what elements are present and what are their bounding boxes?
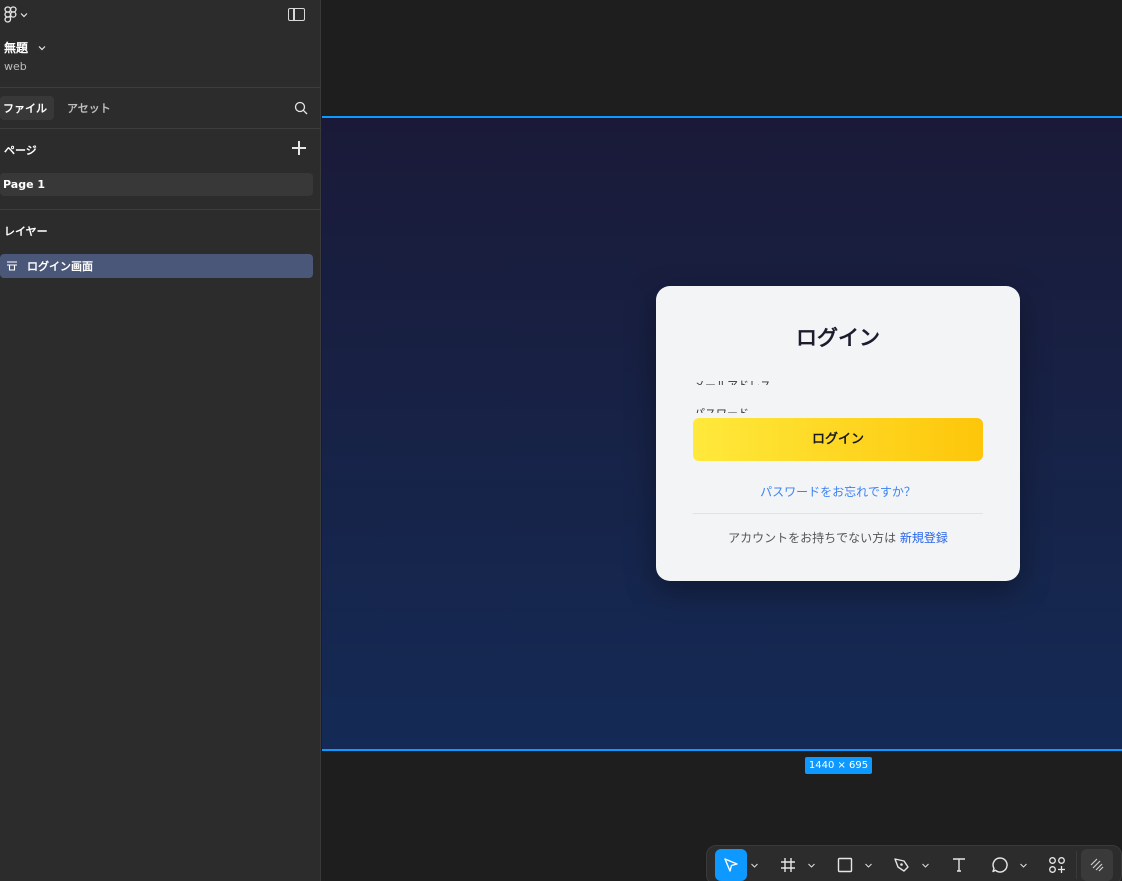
- chevron-down-icon: [1019, 863, 1027, 868]
- password-label: パスワード: [694, 405, 749, 413]
- login-card: ログイン メールアドレス パスワード ログイン パスワードをお忘れですか？ アカ…: [656, 286, 1020, 581]
- frame-layer-icon: [7, 261, 17, 271]
- frame-tool-menu[interactable]: [804, 849, 818, 881]
- frame-tool-button[interactable]: [772, 849, 804, 881]
- pen-tool-menu[interactable]: [918, 849, 932, 881]
- login-button[interactable]: ログイン: [693, 418, 983, 461]
- dev-mode-icon: [1090, 858, 1104, 872]
- toolbar-separator: [1076, 851, 1077, 879]
- email-label: メールアドレス: [694, 377, 771, 385]
- file-name-dropdown[interactable]: 無題: [4, 39, 46, 56]
- card-divider: [693, 513, 983, 514]
- divider: [0, 209, 321, 210]
- comment-tool-button[interactable]: [984, 849, 1016, 881]
- layer-item-login-screen[interactable]: ログイン画面: [0, 254, 313, 278]
- pages-header: ページ: [4, 144, 37, 157]
- layers-header: レイヤー: [4, 225, 48, 238]
- text-tool-button[interactable]: [943, 849, 975, 881]
- forgot-password-link[interactable]: パスワードをお忘れですか？: [656, 483, 1020, 500]
- move-tool-button[interactable]: [715, 849, 747, 881]
- chevron-down-icon: [807, 863, 815, 868]
- file-name: 無題: [4, 41, 29, 55]
- signup-prompt: アカウントをお持ちでない方は: [728, 531, 897, 545]
- move-tool-menu[interactable]: [747, 849, 761, 881]
- pen-tool-button[interactable]: [886, 849, 918, 881]
- main-menu-button[interactable]: [4, 6, 28, 24]
- chevron-down-icon: [921, 863, 929, 868]
- text-tool-icon: [953, 858, 965, 872]
- chevron-down-icon: [38, 45, 46, 50]
- sidebar-tabs: ファイル アセット: [0, 96, 124, 120]
- layer-label: ログイン画面: [27, 260, 93, 273]
- comment-tool-icon: [992, 857, 1008, 873]
- figma-logo-icon: [4, 6, 17, 23]
- frame-size-badge: 1440 × 695: [805, 757, 872, 774]
- actions-icon: [1049, 857, 1065, 873]
- search-icon[interactable]: [294, 101, 308, 115]
- add-page-icon[interactable]: [292, 141, 306, 155]
- project-name: web: [4, 60, 27, 73]
- divider: [0, 87, 321, 88]
- login-title: ログイン: [796, 326, 880, 350]
- move-tool-icon: [724, 858, 738, 872]
- rectangle-tool-icon: [837, 857, 853, 873]
- divider: [0, 128, 321, 129]
- frame-tool-icon: [781, 858, 795, 872]
- sidebar-toggle-icon[interactable]: [288, 8, 305, 21]
- chevron-down-icon: [20, 13, 28, 18]
- chevron-down-icon: [864, 863, 872, 868]
- tab-file[interactable]: ファイル: [0, 96, 54, 120]
- shape-tool-menu[interactable]: [861, 849, 875, 881]
- signup-row: アカウントをお持ちでない方は 新規登録: [656, 529, 1020, 546]
- pen-tool-icon: [894, 858, 909, 872]
- rectangle-tool-button[interactable]: [829, 849, 861, 881]
- signup-link[interactable]: 新規登録: [900, 531, 948, 545]
- chevron-down-icon: [750, 863, 758, 868]
- page-item-page-1[interactable]: Page 1: [0, 173, 313, 196]
- bottom-toolbar: [706, 845, 1122, 881]
- comment-tool-menu[interactable]: [1016, 849, 1030, 881]
- tab-assets[interactable]: アセット: [60, 96, 118, 120]
- dev-mode-toggle[interactable]: [1081, 849, 1113, 881]
- left-sidebar: 無題 web ファイル アセット ページ Page 1 レイヤー ログイン画面: [0, 0, 321, 881]
- actions-button[interactable]: [1041, 849, 1073, 881]
